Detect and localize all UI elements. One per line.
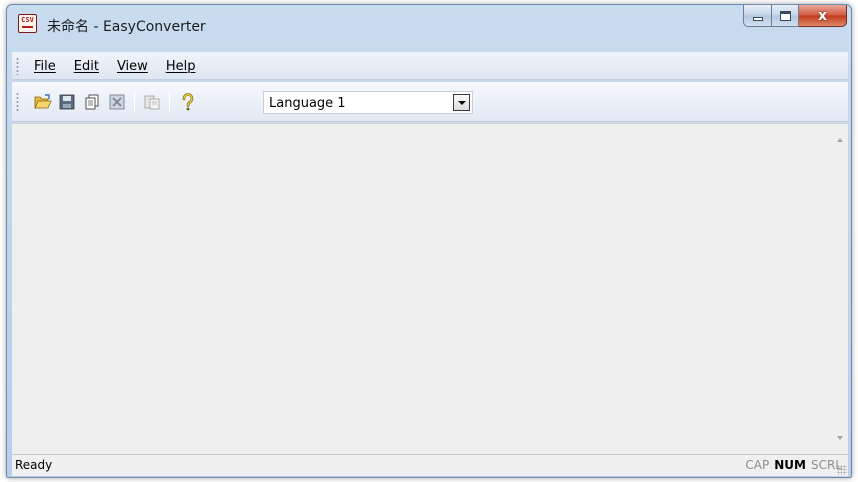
menu-bar: File Edit View Help [12,52,848,80]
minimize-icon [752,16,763,21]
menu-file[interactable]: File [30,59,65,74]
menu-grip[interactable] [16,57,19,75]
toolbar-grip[interactable] [16,92,19,112]
status-bar: Ready CAP NUM SCRL [12,454,848,476]
close-button[interactable]: x [799,5,847,27]
language-select[interactable]: Language 1 [263,91,473,114]
window-title: 未命名 - EasyConverter [47,19,206,35]
caps-lock-indicator: CAP [745,458,770,472]
toolbar: Language 1 [12,82,848,122]
key-indicators: CAP NUM SCRL [745,458,842,472]
num-lock-indicator: NUM [774,458,806,472]
excel-icon[interactable] [107,92,127,112]
caption-buttons: x [743,5,847,27]
save-icon[interactable] [57,92,77,112]
scroll-up-arrow-icon[interactable] [837,138,843,142]
csv-app-icon[interactable]: CSV [18,14,37,33]
status-text: Ready [15,458,53,472]
dropdown-arrow-button[interactable] [453,94,470,111]
menu-view[interactable]: View [108,59,157,74]
vertical-scrollbar[interactable] [831,124,848,454]
menu-edit[interactable]: Edit [65,59,108,74]
maximize-icon [779,10,791,21]
open-folder-icon[interactable] [33,92,53,112]
chevron-down-icon [457,100,466,105]
close-icon: x [817,7,828,24]
minimize-button[interactable] [743,5,772,27]
copy-pages-icon[interactable] [82,92,102,112]
maximize-button[interactable] [772,5,799,27]
toolbar-separator [134,91,135,113]
title-bar[interactable]: CSV 未命名 - EasyConverter x [7,5,851,45]
help-icon[interactable] [178,92,198,112]
language-value: Language 1 [269,96,346,111]
toolbar-separator [169,91,170,113]
menu-help[interactable]: Help [157,59,205,74]
document-area[interactable] [12,123,848,454]
scroll-down-arrow-icon[interactable] [837,436,843,440]
resize-grip-icon[interactable] [837,465,847,475]
app-window: CSV 未命名 - EasyConverter x File Edit View… [6,4,852,478]
paste-icon[interactable] [142,92,162,112]
